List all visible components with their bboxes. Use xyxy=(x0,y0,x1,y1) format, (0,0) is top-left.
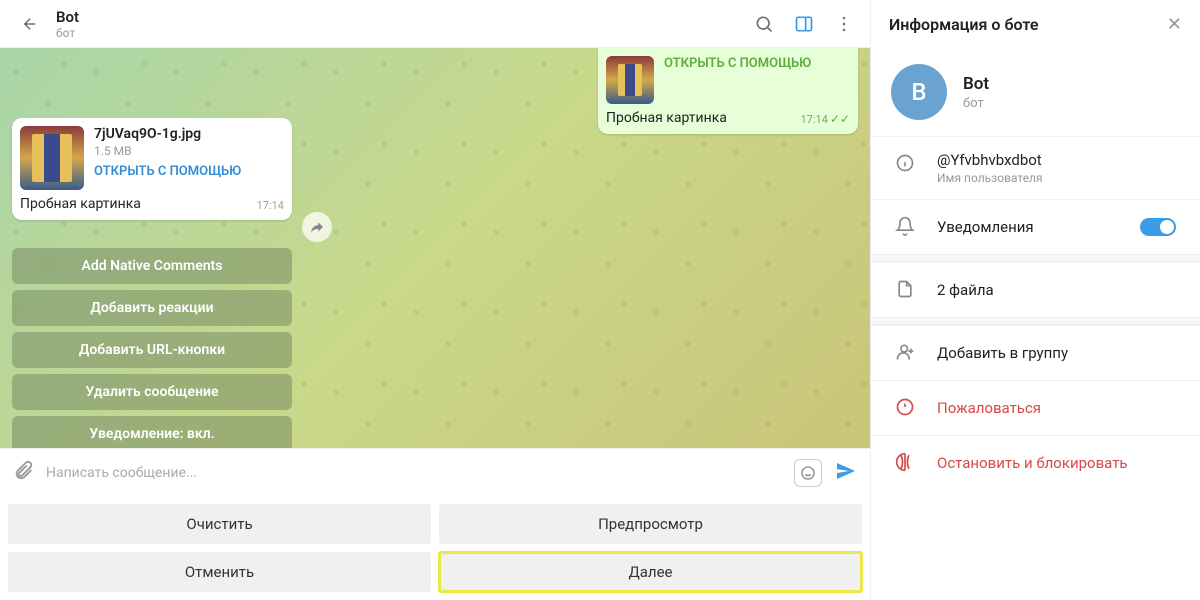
notifications-label: Уведомления xyxy=(937,218,1120,236)
message-time: 17:14 ✓✓ xyxy=(800,112,850,126)
file-icon xyxy=(895,279,917,303)
open-with-link[interactable]: ОТКРЫТЬ С ПОМОЩЬЮ xyxy=(664,56,850,71)
chat-title-block[interactable]: Bot бот xyxy=(56,8,750,40)
avatar: B xyxy=(891,64,947,120)
open-with-link[interactable]: ОТКРЫТЬ С ПОМОЩЬЮ xyxy=(94,164,284,179)
inline-button[interactable]: Уведомление: вкл. xyxy=(12,416,292,448)
sidebar-toggle-button[interactable] xyxy=(790,10,818,38)
username-row[interactable]: @Yfvbhvbxdbot Имя пользователя xyxy=(871,136,1200,199)
add-to-group-row[interactable]: Добавить в группу xyxy=(871,325,1200,380)
chat-area: ОТКРЫТЬ С ПОМОЩЬЮ Пробная картинка 17:14… xyxy=(0,48,870,448)
add-user-icon xyxy=(895,342,917,366)
next-button[interactable]: Далее xyxy=(439,552,862,592)
sidebar-title: Информация о боте xyxy=(889,15,1038,34)
attachment-thumbnail[interactable] xyxy=(606,56,654,104)
clear-button[interactable]: Очистить xyxy=(8,504,431,544)
message-caption: Пробная картинка xyxy=(606,110,727,126)
info-sidebar: Информация о боте ✕ B Bot бот @Yfvbhvbxd… xyxy=(870,0,1200,600)
compose-bar xyxy=(0,448,870,496)
message-time: 17:14 xyxy=(257,199,284,212)
add-group-label: Добавить в группу xyxy=(937,344,1176,362)
close-sidebar-button[interactable]: ✕ xyxy=(1167,14,1182,35)
chat-header: Bot бот xyxy=(0,0,870,48)
attachment-filename: 7jUVaq9O-1g.jpg xyxy=(94,126,284,142)
inline-button[interactable]: Добавить реакции xyxy=(12,290,292,326)
bell-icon xyxy=(895,216,917,240)
attachment-thumbnail[interactable] xyxy=(20,126,84,190)
message-caption: Пробная картинка xyxy=(20,196,141,212)
info-icon xyxy=(895,153,917,177)
back-button[interactable] xyxy=(12,6,48,42)
attach-button[interactable] xyxy=(12,460,34,486)
files-row[interactable]: 2 файла xyxy=(871,262,1200,317)
share-button[interactable] xyxy=(302,212,332,242)
profile-block[interactable]: B Bot бот xyxy=(871,48,1200,136)
message-input[interactable] xyxy=(46,465,782,481)
files-label: 2 файла xyxy=(937,281,1176,299)
profile-subtitle: бот xyxy=(963,96,989,111)
stop-block-label: Остановить и блокировать xyxy=(937,454,1176,472)
more-menu-button[interactable] xyxy=(830,10,858,38)
report-label: Пожаловаться xyxy=(937,399,1176,417)
emoji-button[interactable] xyxy=(794,459,822,487)
attachment-filesize: 1.5 MB xyxy=(94,144,284,158)
preview-button[interactable]: Предпросмотр xyxy=(439,504,862,544)
stop-icon xyxy=(895,452,917,476)
read-checks-icon: ✓✓ xyxy=(830,112,850,126)
send-button[interactable] xyxy=(834,459,858,487)
inline-keyboard: Add Native Comments Добавить реакции Доб… xyxy=(12,248,292,448)
chat-name: Bot xyxy=(56,8,750,26)
bottom-actions: Очистить Предпросмотр Отменить Далее xyxy=(0,496,870,600)
inline-button[interactable]: Add Native Comments xyxy=(12,248,292,284)
alert-icon xyxy=(895,397,917,421)
search-button[interactable] xyxy=(750,10,778,38)
inline-button[interactable]: Добавить URL-кнопки xyxy=(12,332,292,368)
inline-button[interactable]: Удалить сообщение xyxy=(12,374,292,410)
profile-name: Bot xyxy=(963,74,989,94)
username-value: @Yfvbhvbxdbot xyxy=(937,151,1176,169)
stop-block-row[interactable]: Остановить и блокировать xyxy=(871,435,1200,490)
outgoing-message[interactable]: ОТКРЫТЬ С ПОМОЩЬЮ Пробная картинка 17:14… xyxy=(598,48,858,134)
username-label: Имя пользователя xyxy=(937,171,1176,185)
incoming-message[interactable]: 7jUVaq9O-1g.jpg 1.5 MB ОТКРЫТЬ С ПОМОЩЬЮ… xyxy=(12,118,292,220)
notifications-toggle[interactable] xyxy=(1140,218,1176,236)
cancel-button[interactable]: Отменить xyxy=(8,552,431,592)
chat-subtitle: бот xyxy=(56,26,750,40)
notifications-row[interactable]: Уведомления xyxy=(871,199,1200,254)
report-row[interactable]: Пожаловаться xyxy=(871,380,1200,435)
